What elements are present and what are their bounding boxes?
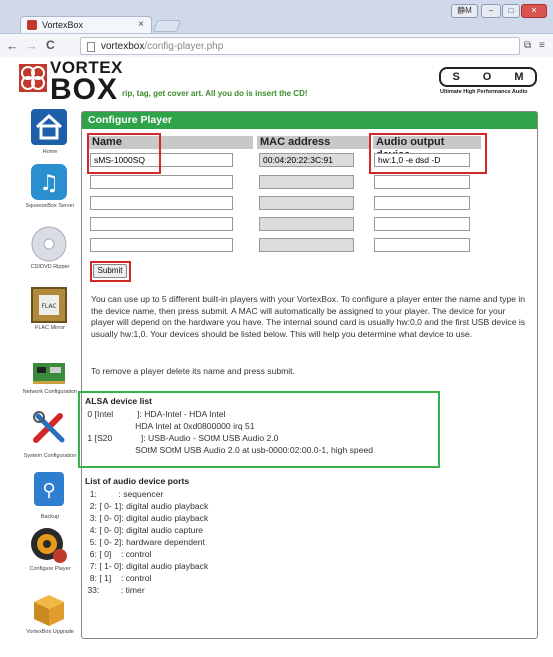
close-window-button[interactable]: ✕ xyxy=(521,4,547,18)
sidebar-item-label: VortexBox Upgrade xyxy=(26,629,74,635)
translate-icon[interactable]: ⧉ xyxy=(524,40,531,51)
audio-device-input-3[interactable] xyxy=(374,196,470,210)
help-text: You can use up to 5 different built-in p… xyxy=(91,294,526,339)
alsa-line: SOtM SOtM USB Audio 2.0 at usb-0000:02:0… xyxy=(85,445,374,455)
mac-field-4 xyxy=(259,217,354,231)
port-line: 7: [ 1- 0]: digital audio playback xyxy=(85,561,209,571)
home-icon xyxy=(31,109,67,145)
browser-chrome: VortexBox × 静M – □ ✕ ← → C vortexbox/con… xyxy=(0,0,553,57)
sidebar-item-label: Configure Player xyxy=(29,566,71,572)
svg-text:⚲: ⚲ xyxy=(42,480,55,501)
sidebar-item-label: Backup xyxy=(40,514,60,520)
alsa-line: HDA Intel at 0xd0800000 irq 51 xyxy=(85,421,255,431)
som-letter-o: O xyxy=(482,71,492,83)
svg-text:♫: ♫ xyxy=(39,171,59,196)
sidebar-item-label: System Configuration xyxy=(23,453,77,459)
som-subtitle: Ultimate High Performance Audio xyxy=(440,89,528,95)
vortexbox-logo-icon xyxy=(19,64,47,92)
configure-player-panel: Configure Player Name MAC address Audio … xyxy=(78,111,538,639)
usb-drive-icon: ⚲ xyxy=(34,472,64,506)
vortexbox-favicon-icon xyxy=(27,20,37,30)
url-host: vortexbox xyxy=(101,41,145,52)
port-line: 8: [ 1] : control xyxy=(85,573,152,583)
url-text: vortexbox/config-player.php xyxy=(101,41,223,52)
tab-close-icon[interactable]: × xyxy=(138,19,144,30)
sidebar-item-label: CD/DVD Ripper xyxy=(30,264,70,270)
tab-title: VortexBox xyxy=(42,20,84,30)
audio-device-input-5[interactable] xyxy=(374,238,470,252)
port-line: 6: [ 0] : control xyxy=(85,549,152,559)
column-header-mac: MAC address xyxy=(257,136,369,149)
name-input-5[interactable] xyxy=(90,238,233,252)
mac-field-5 xyxy=(259,238,354,252)
name-input-4[interactable] xyxy=(90,217,233,231)
sidebar-item-label: Home xyxy=(42,149,58,155)
alsa-device-list-title: ALSA device list xyxy=(85,396,153,406)
cd-icon xyxy=(31,226,67,262)
forward-arrow-icon[interactable]: → xyxy=(25,38,38,53)
window-user-badge: 静M xyxy=(451,4,478,18)
squeezebox-icon: ♫ xyxy=(31,164,67,200)
name-input-3[interactable] xyxy=(90,196,233,210)
port-line: 5: [ 0- 2]: hardware dependent xyxy=(85,537,205,547)
audio-device-input-2[interactable] xyxy=(374,175,470,189)
mac-field-2 xyxy=(259,175,354,189)
flac-icon: FLAC xyxy=(31,287,67,323)
name-highlight-box xyxy=(87,133,161,174)
alsa-line: 0 [Intel ]: HDA-Intel - HDA Intel xyxy=(85,409,226,419)
som-letter-m: M xyxy=(514,71,524,83)
port-line: 2: [ 0- 1]: digital audio playback xyxy=(85,501,209,511)
minimize-button[interactable]: – xyxy=(481,4,501,18)
audio-device-highlight-box xyxy=(369,133,487,174)
audio-device-input-4[interactable] xyxy=(374,217,470,231)
browser-toolbar: ← → C vortexbox/config-player.php ⧉ ≡ xyxy=(0,33,553,57)
new-tab-button[interactable] xyxy=(152,20,182,32)
browser-tab[interactable]: VortexBox × xyxy=(20,16,152,33)
vortexbox-logo-text: VORTEX BOX xyxy=(50,59,123,107)
menu-icon[interactable]: ≡ xyxy=(539,40,545,51)
speaker-icon xyxy=(31,528,67,563)
tools-icon xyxy=(33,411,65,443)
submit-button[interactable]: Submit xyxy=(93,264,127,278)
port-line: 4: [ 0- 0]: digital audio capture xyxy=(85,525,203,535)
page-icon xyxy=(87,42,95,52)
port-line: 1: : sequencer xyxy=(85,489,164,499)
package-icon xyxy=(34,595,64,626)
sidebar-item-label: Network Configuration xyxy=(22,389,78,395)
logo-line-2: BOX xyxy=(50,73,119,107)
som-letter-s: S xyxy=(452,71,460,83)
network-card-icon xyxy=(33,363,65,384)
site-header: VORTEX BOX rip, tag, get cover art. All … xyxy=(0,58,553,108)
mac-field-3 xyxy=(259,196,354,210)
som-logo: S O M xyxy=(439,67,537,87)
alsa-line: 1 [S20 ]: USB-Audio - SOtM USB Audio 2.0 xyxy=(85,433,279,443)
reload-icon[interactable]: C xyxy=(46,38,55,52)
address-bar[interactable]: vortexbox/config-player.php xyxy=(80,37,520,55)
port-line: 3: [ 0- 0]: digital audio playback xyxy=(85,513,209,523)
panel-title: Configure Player xyxy=(82,112,537,129)
sidebar-item-label: FLAC Mirror xyxy=(35,325,65,331)
name-input-2[interactable] xyxy=(90,175,233,189)
svg-text:FLAC: FLAC xyxy=(41,303,56,310)
port-line: 33: : timer xyxy=(85,585,145,595)
remove-instructions: To remove a player delete its name and p… xyxy=(91,366,295,376)
maximize-button[interactable]: □ xyxy=(502,4,520,18)
tagline: rip, tag, get cover art. All you do is i… xyxy=(122,89,308,98)
back-arrow-icon[interactable]: ← xyxy=(6,38,19,53)
url-path: /config-player.php xyxy=(144,41,224,52)
audio-ports-title: List of audio device ports xyxy=(85,476,190,486)
mac-field-1: 00:04:20:22:3C:91 xyxy=(259,153,354,167)
sidebar-item-label: SqueezeBox Server xyxy=(25,203,75,209)
